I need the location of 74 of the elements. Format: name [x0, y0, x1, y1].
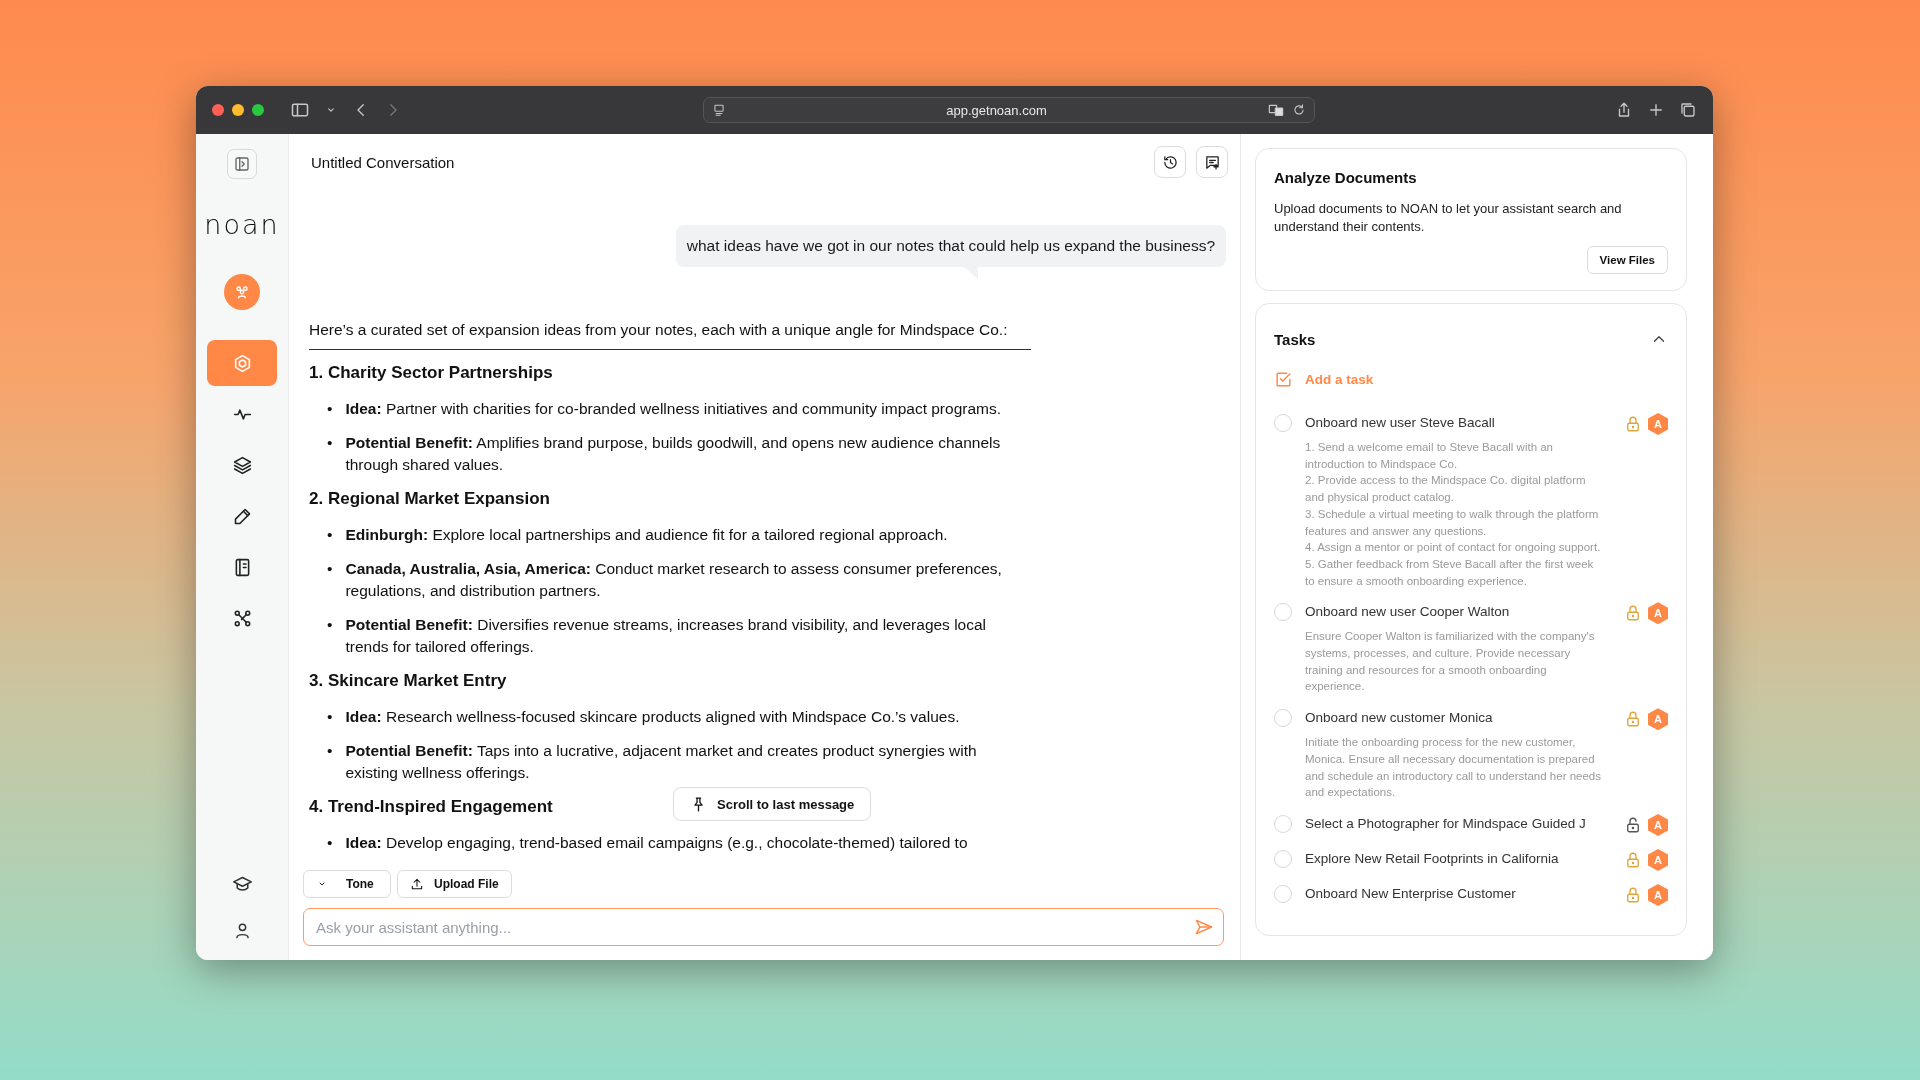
bullet-text: Idea: Develop engaging, trend-based email campaigns (e.g., chocolate-themed) tailored to — [345, 833, 968, 853]
bullet-marker: • — [327, 833, 333, 853]
new-chat-button[interactable] — [1196, 146, 1228, 178]
task-description: Initiate the onboarding process for the new customer, Monica. Ensure all necessary documentation is prepared and schedule an introductory call to understand her needs and expectations. — [1305, 735, 1601, 801]
bullet-marker: • — [327, 399, 333, 419]
assignee-badge: A — [1648, 708, 1668, 731]
bullet-marker: • — [327, 615, 333, 635]
task-checkbox[interactable] — [1274, 709, 1292, 728]
task-title[interactable]: Select a Photographer for Mindspace Guided J — [1305, 813, 1601, 834]
assignee-badge: A — [1648, 883, 1668, 906]
logo: noan — [204, 209, 280, 240]
task-checkbox[interactable] — [1274, 849, 1292, 868]
task-title[interactable]: Onboard new customer Monica — [1305, 708, 1601, 729]
chat-plus-icon — [1203, 153, 1221, 171]
layers-icon — [231, 454, 253, 476]
assignee-badge: A — [1648, 813, 1668, 836]
answer-intro: Here’s a curated set of expansion ideas from your notes, each with a unique angle for Mindspace Co.: — [309, 319, 1031, 350]
bullet-marker: • — [327, 741, 333, 761]
zoom-button[interactable] — [252, 104, 264, 116]
sidebar-toggle[interactable] — [227, 149, 257, 179]
scroll-to-last-button[interactable]: Scroll to last message — [673, 787, 872, 821]
card-title: Tasks — [1274, 330, 1316, 348]
upload-icon — [410, 877, 424, 891]
assignee-badge: A — [1648, 848, 1668, 871]
bullet-text: Idea: Research wellness-focused skincare products aligned with Mindspace Co.’s values. — [345, 707, 960, 727]
view-files-button[interactable]: View Files — [1586, 246, 1668, 274]
page-icon — [711, 103, 726, 117]
conversation-title: Untitled Conversation — [311, 153, 455, 171]
assignee-badge: A — [1648, 602, 1668, 625]
message-input[interactable]: Ask your assistant anything... — [303, 908, 1224, 946]
section-heading: 1. Charity Sector Partnerships — [309, 362, 553, 384]
task-title[interactable]: Explore New Retail Footprints in California — [1305, 848, 1601, 869]
bullet-text: Potential Benefit: Diversifies revenue streams, increases brand visibility, and leverages local trends for tailored offerings. — [345, 615, 988, 657]
checkbox-icon — [1274, 370, 1293, 389]
upload-file-button[interactable]: Upload File — [397, 870, 512, 898]
assignee-badge: A — [1648, 413, 1668, 435]
reload-icon[interactable] — [1291, 103, 1306, 117]
task-title[interactable]: Onboard new user Steve Bacall — [1305, 413, 1601, 433]
tabs-icon[interactable] — [1679, 101, 1697, 119]
new-tab-icon[interactable] — [1647, 101, 1665, 119]
history-button[interactable] — [1154, 146, 1186, 178]
unlock-icon[interactable] — [1624, 815, 1642, 834]
bullet-marker: • — [327, 707, 333, 727]
address-bar[interactable]: app.getnoan.com — [702, 97, 1315, 123]
bullet-marker: • — [327, 525, 333, 545]
bullet-text: Canada, Australia, Asia, America: Conduct market research to assess consumer preferences, regulations, and distribution partners. — [345, 559, 1003, 601]
bullet-text: Potential Benefit: Taps into a lucrative, adjacent market and creates product synergies with existing wellness offerings. — [345, 741, 978, 783]
minimize-button[interactable] — [232, 104, 244, 116]
send-icon[interactable] — [1194, 917, 1214, 937]
card-title: Analyze Documents — [1274, 169, 1418, 186]
task-checkbox[interactable] — [1274, 414, 1292, 432]
tone-button[interactable]: Tone — [303, 870, 391, 898]
section-heading: 4. Trend-Inspired Engagement — [309, 796, 553, 818]
section-heading: 2. Regional Market Expansion — [309, 488, 550, 510]
task-checkbox[interactable] — [1274, 884, 1292, 903]
sidebar-icon[interactable] — [290, 100, 310, 120]
close-button[interactable] — [212, 104, 224, 116]
task-title[interactable]: Onboard new user Cooper Walton — [1305, 602, 1601, 623]
history-icon — [1161, 153, 1179, 171]
bullet-text: Edinburgh: Explore local partnerships and audience fit for a tailored regional approach. — [345, 525, 948, 545]
task-title[interactable]: Onboard New Enterprise Customer — [1305, 883, 1601, 904]
bullet-text: Potential Benefit: Amplifies brand purpose, builds goodwill, and opens new audience channels through shared values. — [345, 433, 1002, 475]
task-description: 1. Send a welcome email to Steve Bacall with an introduction to Mindspace Co. 2. Provide access to the Mindspace Co. digital platform and physical product catalog. 3. Schedule a virtual meeting to walk through the platform features and answer any questions. 4. Assign a mentor or point of contact for ongoing support. 5. Gather feedback from Steve Bacall after the first week to ensure a smooth onboarding experience. — [1305, 440, 1601, 589]
section-heading: 3. Skincare Market Entry — [309, 670, 507, 692]
user-message: what ideas have we got in our notes that could help us expand the business? — [675, 225, 1226, 267]
task-description: Ensure Cooper Walton is familiarized with the company's systems, processes, and culture. Provide necessary training and resources for a smooth onboarding experience. — [1305, 629, 1596, 695]
bullet-text: Idea: Partner with charities for co-branded wellness initiatives and community impact programs. — [345, 399, 1002, 419]
panel-icon[interactable] — [233, 155, 251, 173]
bullet-marker: • — [327, 433, 333, 453]
bullet-marker: • — [327, 559, 333, 579]
task-checkbox[interactable] — [1274, 603, 1292, 622]
task-checkbox[interactable] — [1274, 814, 1292, 833]
card-description: Upload documents to NOAN to let your assistant search and understand their contents. — [1274, 200, 1623, 236]
translate-icon[interactable] — [1267, 102, 1284, 118]
